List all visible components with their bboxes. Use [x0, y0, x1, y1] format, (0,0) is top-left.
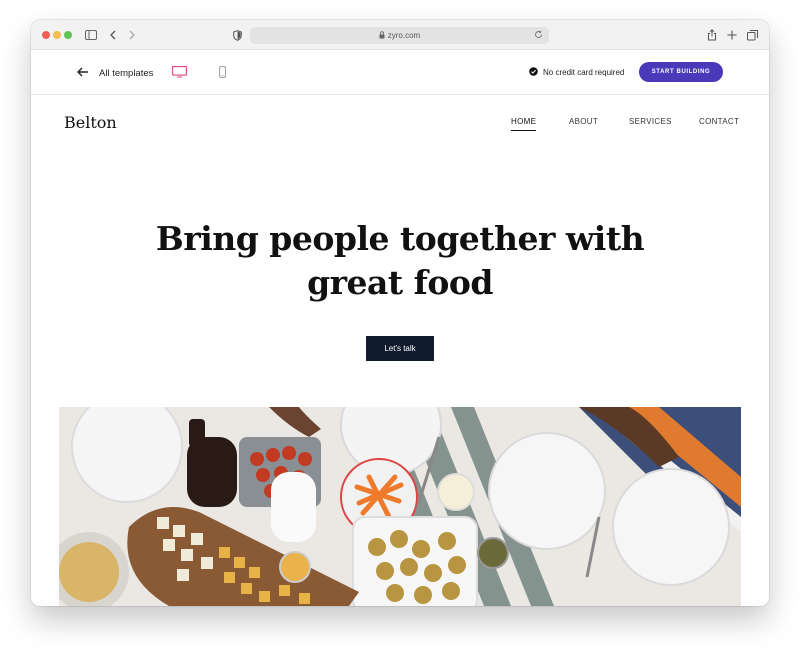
chevron-right-icon[interactable] — [128, 27, 136, 43]
url-text: zyro.com — [387, 31, 421, 40]
chevron-left-icon[interactable] — [109, 27, 117, 43]
lets-talk-button[interactable]: Let's talk — [366, 336, 434, 361]
template-preview: Belton HOME ABOUT SERVICES CONTACT Bring… — [31, 95, 769, 606]
arrow-left-icon — [77, 64, 89, 82]
mobile-icon[interactable] — [219, 65, 226, 83]
no-credit-card-notice: No credit card required — [529, 67, 624, 78]
close-window-button[interactable] — [42, 31, 50, 39]
lock-icon — [379, 30, 385, 41]
browser-titlebar: zyro.com — [31, 20, 769, 50]
all-templates-label: All templates — [99, 67, 154, 79]
hero-heading-line-1: Bring people together with — [155, 219, 645, 258]
desktop-icon[interactable] — [172, 65, 187, 83]
nav-contact[interactable]: CONTACT — [699, 117, 739, 126]
hero-heading-line-2: great food — [307, 263, 493, 302]
address-bar[interactable]: zyro.com — [250, 27, 549, 44]
zoom-window-button[interactable] — [64, 31, 72, 39]
sidebar-toggle-icon[interactable] — [85, 27, 97, 43]
reload-icon[interactable] — [534, 30, 543, 41]
minimize-window-button[interactable] — [53, 31, 61, 39]
no-credit-card-text: No credit card required — [543, 68, 625, 77]
hero-food-image — [59, 407, 741, 606]
nav-home[interactable]: HOME — [511, 117, 537, 131]
plus-icon[interactable] — [727, 27, 737, 43]
nav-about[interactable]: ABOUT — [569, 117, 598, 126]
site-logo[interactable]: Belton — [64, 113, 117, 132]
start-building-button[interactable]: START BUILDING — [639, 62, 723, 82]
nav-services[interactable]: SERVICES — [629, 117, 672, 126]
check-circle-icon — [529, 67, 538, 78]
browser-window: zyro.com All templates No credit card re… — [31, 20, 769, 606]
template-editor-bar: All templates No credit card required ST… — [31, 50, 769, 95]
shield-icon[interactable] — [233, 27, 242, 43]
hero-heading: Bring people together with great food — [31, 217, 769, 305]
tabs-icon[interactable] — [747, 27, 758, 43]
all-templates-link[interactable]: All templates — [77, 64, 153, 82]
share-icon[interactable] — [707, 27, 717, 43]
